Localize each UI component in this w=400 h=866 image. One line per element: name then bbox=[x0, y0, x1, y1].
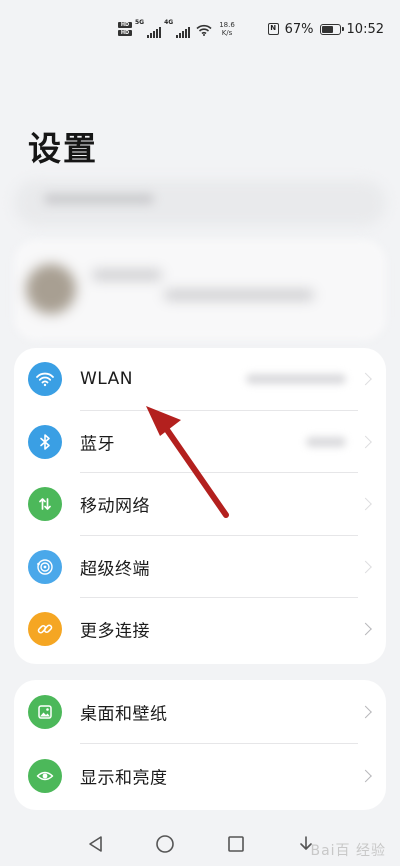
chevron-right-icon bbox=[359, 560, 372, 574]
battery-level-fill bbox=[321, 25, 333, 33]
hd-badge-sim1: HD bbox=[118, 22, 132, 28]
settings-row-label: WLAN bbox=[80, 369, 134, 390]
status-bar: HD HD 5G 4G 18.6 K/s N 67% 10:52 bbox=[0, 0, 400, 58]
watermark-logo: Bai百 经验 bbox=[310, 843, 386, 859]
connectivity-card: WLAN 蓝牙 移动网络 超级终端 更多连接 bbox=[14, 348, 386, 664]
blurred-text bbox=[164, 290, 314, 300]
display-card: 桌面和壁纸 显示和亮度 bbox=[14, 680, 386, 810]
network-type-2: 4G bbox=[164, 19, 174, 26]
wallpaper-icon bbox=[28, 695, 62, 729]
settings-row-label: 更多连接 bbox=[80, 621, 150, 642]
status-right-group: N 67% 10:52 bbox=[267, 20, 384, 38]
sim-badges: HD HD bbox=[118, 22, 132, 36]
settings-row-label: 移动网络 bbox=[80, 496, 150, 517]
chevron-right-icon bbox=[359, 435, 372, 449]
blurred-text bbox=[44, 194, 154, 204]
settings-row-label: 蓝牙 bbox=[80, 434, 115, 455]
battery-percent: 67% bbox=[284, 21, 314, 37]
eye-icon bbox=[28, 759, 62, 793]
blurred-header-area bbox=[14, 180, 386, 350]
blurred-value bbox=[246, 374, 346, 385]
avatar-blurred bbox=[26, 264, 76, 314]
wifi-status-icon bbox=[196, 21, 212, 40]
chevron-right-icon bbox=[359, 769, 372, 783]
bluetooth-icon bbox=[28, 424, 62, 459]
account-card-blurred[interactable] bbox=[14, 240, 386, 340]
settings-row-bluetooth[interactable]: 蓝牙 bbox=[14, 411, 386, 473]
mobile-data-icon bbox=[28, 487, 62, 522]
settings-row-label: 桌面和壁纸 bbox=[80, 704, 168, 725]
clock: 10:52 bbox=[346, 21, 384, 37]
network-speed-value: 18.6 bbox=[219, 21, 235, 29]
hd-badge-sim2: HD bbox=[118, 30, 132, 36]
battery-icon bbox=[319, 23, 344, 35]
signal-strength-icon-1 bbox=[147, 26, 162, 38]
link-icon bbox=[28, 612, 62, 647]
chevron-right-icon bbox=[359, 622, 372, 636]
home-icon[interactable] bbox=[155, 834, 175, 854]
nfc-icon: N bbox=[267, 23, 279, 35]
page-title: 设置 bbox=[28, 129, 98, 168]
network-speed-unit: K/s bbox=[221, 29, 233, 37]
blurred-value bbox=[306, 436, 346, 447]
status-network-group: HD HD 5G 4G 18.6 K/s bbox=[118, 17, 235, 41]
signal-strength-icon-2 bbox=[176, 26, 191, 38]
settings-row-display-brightness[interactable]: 显示和亮度 bbox=[14, 744, 386, 808]
chevron-right-icon bbox=[359, 372, 372, 386]
settings-row-super-device[interactable]: 超级终端 bbox=[14, 536, 386, 598]
settings-row-mobile-network[interactable]: 移动网络 bbox=[14, 473, 386, 536]
blurred-text bbox=[92, 270, 162, 280]
chevron-right-icon bbox=[359, 705, 372, 719]
settings-row-wlan[interactable]: WLAN bbox=[14, 348, 386, 411]
network-type-1: 5G bbox=[135, 19, 145, 26]
recents-icon[interactable] bbox=[226, 834, 246, 854]
back-icon[interactable] bbox=[86, 834, 106, 854]
settings-row-label: 显示和亮度 bbox=[80, 768, 168, 789]
settings-row-label: 超级终端 bbox=[80, 559, 150, 580]
network-speed: 18.6 K/s bbox=[219, 21, 235, 37]
settings-row-more-connections[interactable]: 更多连接 bbox=[14, 598, 386, 661]
wifi-icon bbox=[28, 362, 62, 397]
settings-row-wallpaper[interactable]: 桌面和壁纸 bbox=[14, 680, 386, 744]
super-device-icon bbox=[28, 549, 62, 584]
chevron-right-icon bbox=[359, 497, 372, 511]
